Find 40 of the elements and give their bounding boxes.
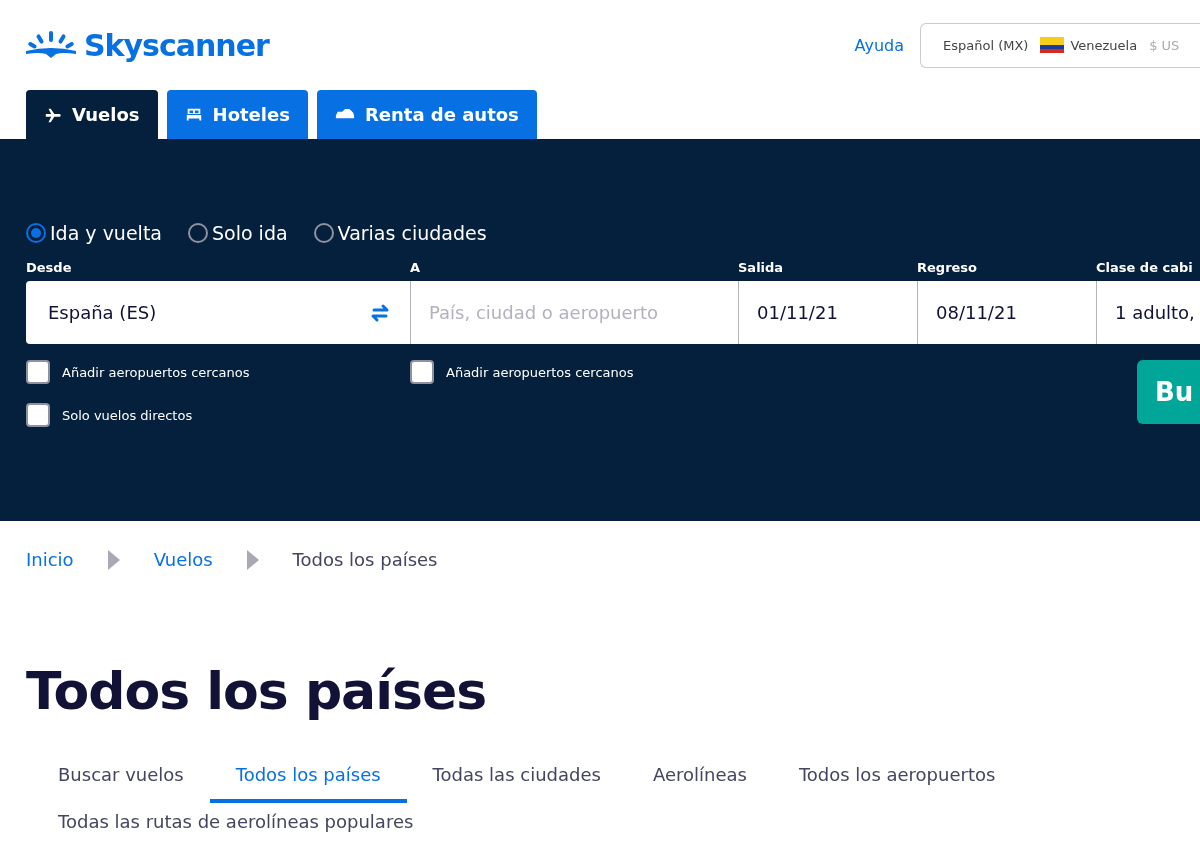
trip-type-radio[interactable]: Ida y vuelta [26, 222, 162, 244]
checkbox[interactable]: Añadir aeropuertos cercanos [410, 360, 634, 384]
language-text: Español (MX) [943, 37, 1029, 53]
section-tab[interactable]: Todas las rutas de aerolíneas populares [32, 803, 440, 851]
breadcrumb-link[interactable]: Vuelos [153, 549, 213, 570]
date-field[interactable]: 08/11/21 [917, 281, 1096, 344]
trip-type-radio[interactable]: Varias ciudades [313, 222, 487, 244]
chevron-icon [246, 549, 259, 570]
page-title: Todos los países [26, 660, 488, 723]
logo-text[interactable]: Skyscanner [84, 27, 269, 63]
trip-type-radio[interactable]: Solo ida [188, 222, 288, 244]
section-tab[interactable]: Todas las ciudades [406, 756, 627, 804]
section-tab[interactable]: Buscar vuelos [32, 756, 210, 804]
section-tab[interactable]: Todos los países [209, 756, 407, 804]
car-icon [334, 108, 355, 121]
product-tab[interactable]: Hoteles [166, 90, 308, 139]
field-label: Clase de cabi [1096, 260, 1193, 275]
breadcrumb-link[interactable]: Inicio [26, 549, 74, 570]
field-label: A [410, 260, 421, 275]
field-label: Desde [26, 260, 72, 275]
help-link[interactable]: Ayuda [854, 35, 904, 55]
destination-field[interactable]: País, ciudad o aeropuerto [410, 281, 738, 344]
sunrise-logo-icon [26, 30, 76, 60]
product-tab[interactable]: Vuelos [26, 90, 158, 139]
locale-selector[interactable]: Español (MX) Venezuela $ US [920, 22, 1200, 68]
country-text: Venezuela [1070, 37, 1138, 53]
checkbox[interactable]: Añadir aeropuertos cercanos [26, 360, 410, 384]
chevron-icon [107, 549, 120, 570]
checkbox[interactable]: Solo vuelos directos [26, 403, 410, 427]
travellers-field[interactable]: 1 adulto, [1096, 281, 1200, 344]
origin-field[interactable]: España (ES) [26, 281, 410, 344]
field-label: Regreso [917, 260, 978, 275]
section-tab[interactable]: Todos los aeropuertos [772, 756, 1022, 804]
product-tab[interactable]: Renta de autos [316, 90, 537, 139]
currency-text: $ US [1149, 37, 1180, 53]
date-field[interactable]: 01/11/21 [738, 281, 917, 344]
breadcrumb-current: Todos los países [292, 549, 438, 570]
field-label: Salida [738, 260, 784, 275]
flag-icon [1040, 37, 1065, 53]
section-tab[interactable]: Aerolíneas [626, 756, 773, 804]
